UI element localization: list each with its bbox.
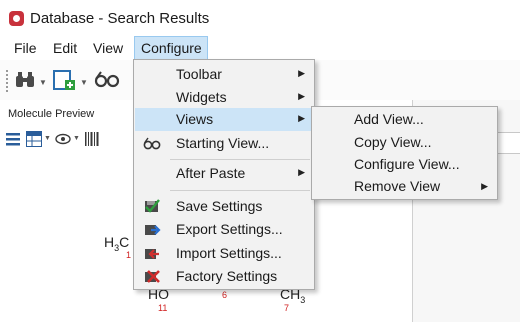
window-title: Database - Search Results [30,10,210,27]
submenu-item-label: Configure View... [354,156,460,172]
new-document-icon[interactable] [52,68,76,92]
table-icon[interactable] [26,131,42,147]
menu-item-label: Toolbar [176,66,222,82]
submenu-item-label: Add View... [354,111,424,127]
toolbar-grip[interactable] [6,70,8,92]
title-bar: Database - Search Results [0,0,520,36]
views-submenu: Add View... Copy View... Configure View.… [311,106,498,200]
chevron-down-icon[interactable]: ▼ [73,135,80,142]
barcode-icon[interactable] [84,131,100,147]
eye-icon[interactable] [55,133,71,145]
chevron-down-icon[interactable]: ▼ [80,78,88,87]
menu-item-widgets[interactable]: Widgets ▶ [135,86,313,109]
submenu-arrow-icon: ▶ [298,91,305,101]
chevron-down-icon[interactable]: ▼ [39,78,47,87]
chevron-down-icon[interactable]: ▼ [44,135,51,142]
configure-menu: Toolbar ▶ Widgets ▶ Views ▶ Starting Vie… [133,59,315,290]
menu-item-label: After Paste [176,165,246,181]
list-icon[interactable] [6,132,20,146]
menu-item-after-paste[interactable]: After Paste ▶ [135,162,313,185]
import-settings-icon [145,249,159,259]
submenu-item-copy-view[interactable]: Copy View... [313,132,496,154]
glasses-icon [143,137,161,150]
glasses-icon[interactable] [93,68,121,90]
submenu-item-label: Copy View... [354,134,432,150]
submenu-item-configure-view[interactable]: Configure View... [313,154,496,176]
submenu-item-label: Remove View [354,178,441,194]
menu-separator [170,159,310,160]
atom-number: 1 [126,250,132,260]
menu-item-label: Import Settings... [176,245,282,261]
menu-item-label: Starting View... [176,135,270,151]
menu-edit[interactable]: Edit [47,36,83,60]
menu-view[interactable]: View [87,36,129,60]
menu-item-export-settings[interactable]: Export Settings... [135,218,313,241]
submenu-arrow-icon: ▶ [298,113,305,123]
save-settings-icon [145,199,160,213]
menu-item-factory-settings[interactable]: Factory Settings [135,265,313,288]
menu-item-label: Widgets [176,89,227,105]
menu-item-label: Factory Settings [176,268,278,284]
atom-number: 7 [284,303,290,313]
menu-file[interactable]: File [8,36,43,60]
menu-item-label: Views [176,111,214,127]
menu-item-label: Export Settings... [176,221,283,237]
menu-item-views[interactable]: Views ▶ [135,108,313,131]
menu-item-label: Save Settings [176,198,263,214]
submenu-arrow-icon: ▶ [298,68,305,78]
factory-settings-icon [145,270,160,283]
menu-item-import-settings[interactable]: Import Settings... [135,242,313,265]
atom-number: 6 [222,290,228,300]
app-logo-icon [9,11,24,26]
submenu-item-add-view[interactable]: Add View... [313,109,496,131]
submenu-item-remove-view[interactable]: Remove View ▶ [313,176,496,198]
export-settings-icon [145,225,161,235]
menu-item-save-settings[interactable]: Save Settings [135,195,313,218]
menu-configure[interactable]: Configure [134,36,208,60]
atom-number: 11 [158,303,168,313]
submenu-arrow-icon: ▶ [481,181,488,191]
menu-item-starting-view[interactable]: Starting View... [135,132,313,155]
menu-separator [170,190,310,191]
panel-title: Molecule Preview [8,108,95,120]
binoculars-icon[interactable] [14,68,36,90]
submenu-arrow-icon: ▶ [298,167,305,177]
menu-bar: File Edit View Configure [0,36,520,60]
menu-item-toolbar[interactable]: Toolbar ▶ [135,63,313,86]
